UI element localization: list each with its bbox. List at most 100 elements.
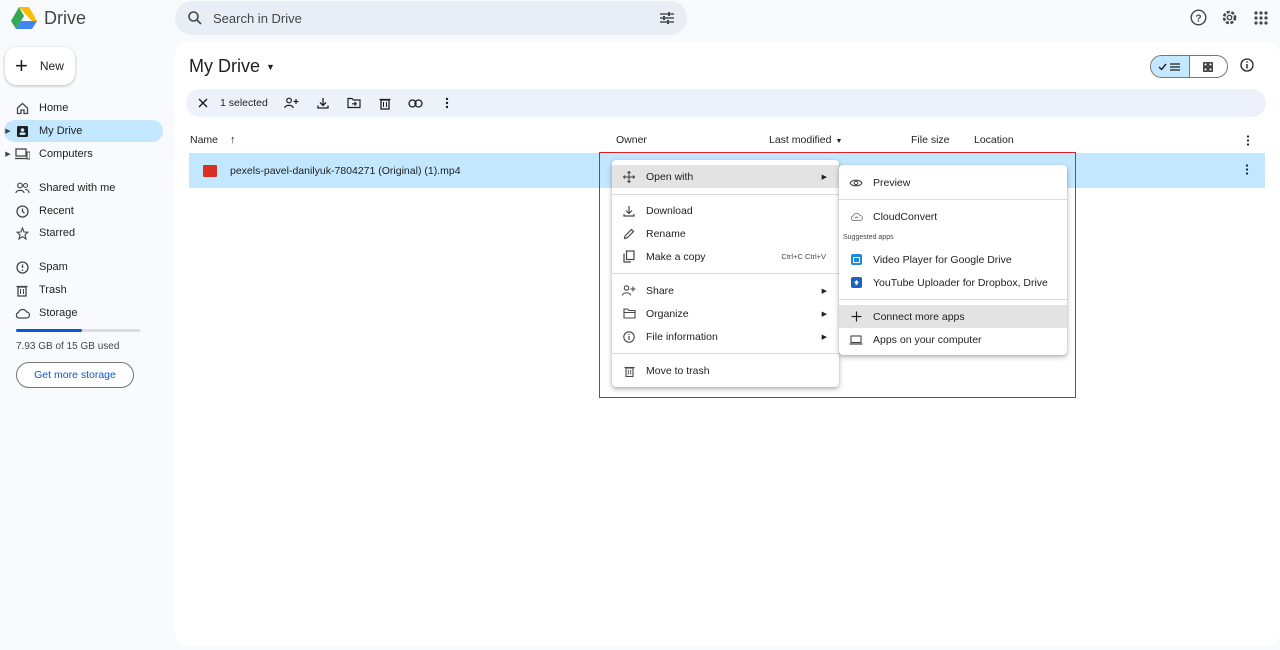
computers-icon [14,146,30,162]
column-options-more-icon[interactable] [1246,135,1250,146]
app-name: Drive [44,7,87,28]
svg-text:?: ? [1195,13,1201,24]
menu-item-label: Preview [873,176,911,189]
sidebar-item-shared[interactable]: Shared with me [4,177,163,199]
column-header-last-modified[interactable]: Last modified ▼ [769,134,842,146]
submenu-item-apps-on-computer[interactable]: Apps on your computer [839,328,1067,351]
menu-item-label: YouTube Uploader for Dropbox, Drive [873,276,1048,289]
submenu-item-video-player[interactable]: Video Player for Google Drive [839,248,1067,271]
folder-open-icon [622,307,636,321]
sidebar-item-recent[interactable]: Recent [4,200,163,222]
sort-arrow-up-icon[interactable]: ↑ [230,134,236,146]
help-icon[interactable]: ? [1189,8,1208,27]
cloud-icon [14,305,30,321]
expand-caret-icon[interactable]: ▶ [4,127,12,135]
menu-item-label: Move to trash [646,364,710,377]
column-header-location[interactable]: Location [974,134,1014,146]
video-player-app-icon [849,253,863,267]
delete-trash-icon[interactable] [377,95,393,111]
submenu-item-youtube-uploader[interactable]: YouTube Uploader for Dropbox, Drive [839,271,1067,294]
cloudconvert-icon [849,210,863,224]
menu-item-share[interactable]: Share ▶ [612,279,839,302]
share-person-add-icon[interactable] [284,95,300,111]
laptop-icon [849,333,863,347]
sidebar-item-my-drive[interactable]: ▶ My Drive [4,120,163,142]
download-icon[interactable] [315,95,331,111]
sidebar-item-storage[interactable]: Storage [4,302,163,324]
chevron-down-icon: ▼ [266,61,275,72]
expand-caret-icon[interactable]: ▶ [4,150,12,158]
list-view-button[interactable] [1151,56,1190,77]
plus-icon [849,310,863,324]
column-header-name[interactable]: Name ↑ [190,134,236,146]
sidebar-item-label: Computers [39,148,93,160]
download-icon [622,204,636,218]
column-header-owner[interactable]: Owner [616,134,647,146]
sidebar-item-computers[interactable]: ▶ Computers [4,143,163,165]
pencil-icon [622,227,636,241]
new-button-label: New [39,59,64,73]
menu-item-open-with[interactable]: Open with ▶ [612,165,839,188]
menu-item-organize[interactable]: Organize ▶ [612,302,839,325]
search-icon[interactable] [187,10,203,26]
youtube-uploader-app-icon [849,276,863,290]
person-add-icon [622,284,636,298]
drive-logo[interactable]: Drive [10,5,86,31]
menu-item-move-to-trash[interactable]: Move to trash [612,359,839,382]
apps-grid-icon[interactable] [1251,8,1270,27]
sidebar-item-spam[interactable]: Spam [4,256,163,278]
sidebar-item-home[interactable]: Home [4,97,163,119]
menu-item-label: Make a copy [646,250,706,263]
sidebar-item-label: Spam [39,261,68,273]
move-folder-icon[interactable] [346,95,362,111]
menu-item-rename[interactable]: Rename [612,222,839,245]
submenu-item-cloudconvert[interactable]: CloudConvert [839,205,1067,228]
sidebar-item-label: Trash [39,284,67,296]
new-button[interactable]: + New [5,47,75,85]
copy-link-icon[interactable] [408,95,424,111]
view-toggle[interactable] [1150,55,1228,78]
sidebar-item-label: Shared with me [39,182,116,194]
submenu-arrow-icon: ▶ [821,287,827,295]
drive-logo-icon [11,7,37,29]
submenu-arrow-icon: ▶ [821,310,827,318]
row-more-icon[interactable] [1245,164,1249,175]
settings-gear-icon[interactable] [1220,8,1239,27]
menu-item-label: File information [646,330,718,343]
menu-item-label: Connect more apps [873,310,965,323]
sidebar-item-label: Home [39,102,69,114]
menu-item-label: CloudConvert [873,210,938,223]
menu-item-file-information[interactable]: File information ▶ [612,325,839,348]
info-icon [622,330,636,344]
menu-item-download[interactable]: Download [612,199,839,222]
submenu-item-preview[interactable]: Preview [839,171,1067,194]
sidebar-item-label: Starred [39,227,76,239]
menu-item-label: Rename [646,227,686,240]
submenu-item-connect-more-apps[interactable]: Connect more apps [839,305,1067,328]
search-options-icon[interactable] [659,11,675,25]
sidebar-item-label: My Drive [39,125,83,137]
trash-icon [622,364,636,378]
info-icon[interactable] [1240,58,1254,72]
search-bar[interactable]: Search in Drive [175,1,687,35]
open-with-submenu: Preview CloudConvert Suggested apps Vide… [839,165,1067,355]
sidebar-item-starred[interactable]: Starred [4,222,163,244]
grid-view-button[interactable] [1190,56,1228,77]
selection-action-bar: 1 selected [186,89,1266,117]
suggested-apps-header: Suggested apps [843,234,894,241]
more-vertical-icon[interactable] [439,95,455,111]
get-more-storage-button[interactable]: Get more storage [16,362,134,388]
sidebar-item-trash[interactable]: Trash [4,279,163,301]
storage-progress-fill [16,329,82,332]
sidebar-item-label: Recent [39,205,74,217]
copy-icon [622,250,636,264]
storage-progress-bar [16,329,140,332]
search-input[interactable]: Search in Drive [213,11,659,26]
keyboard-shortcut: Ctrl+C Ctrl+V [781,252,826,261]
page-title[interactable]: My Drive ▼ [189,56,275,77]
close-icon[interactable] [195,95,211,111]
menu-item-make-copy[interactable]: Make a copy Ctrl+C Ctrl+V [612,245,839,268]
my-drive-icon [14,123,30,139]
spam-icon [14,259,30,275]
column-header-file-size[interactable]: File size [911,134,950,146]
